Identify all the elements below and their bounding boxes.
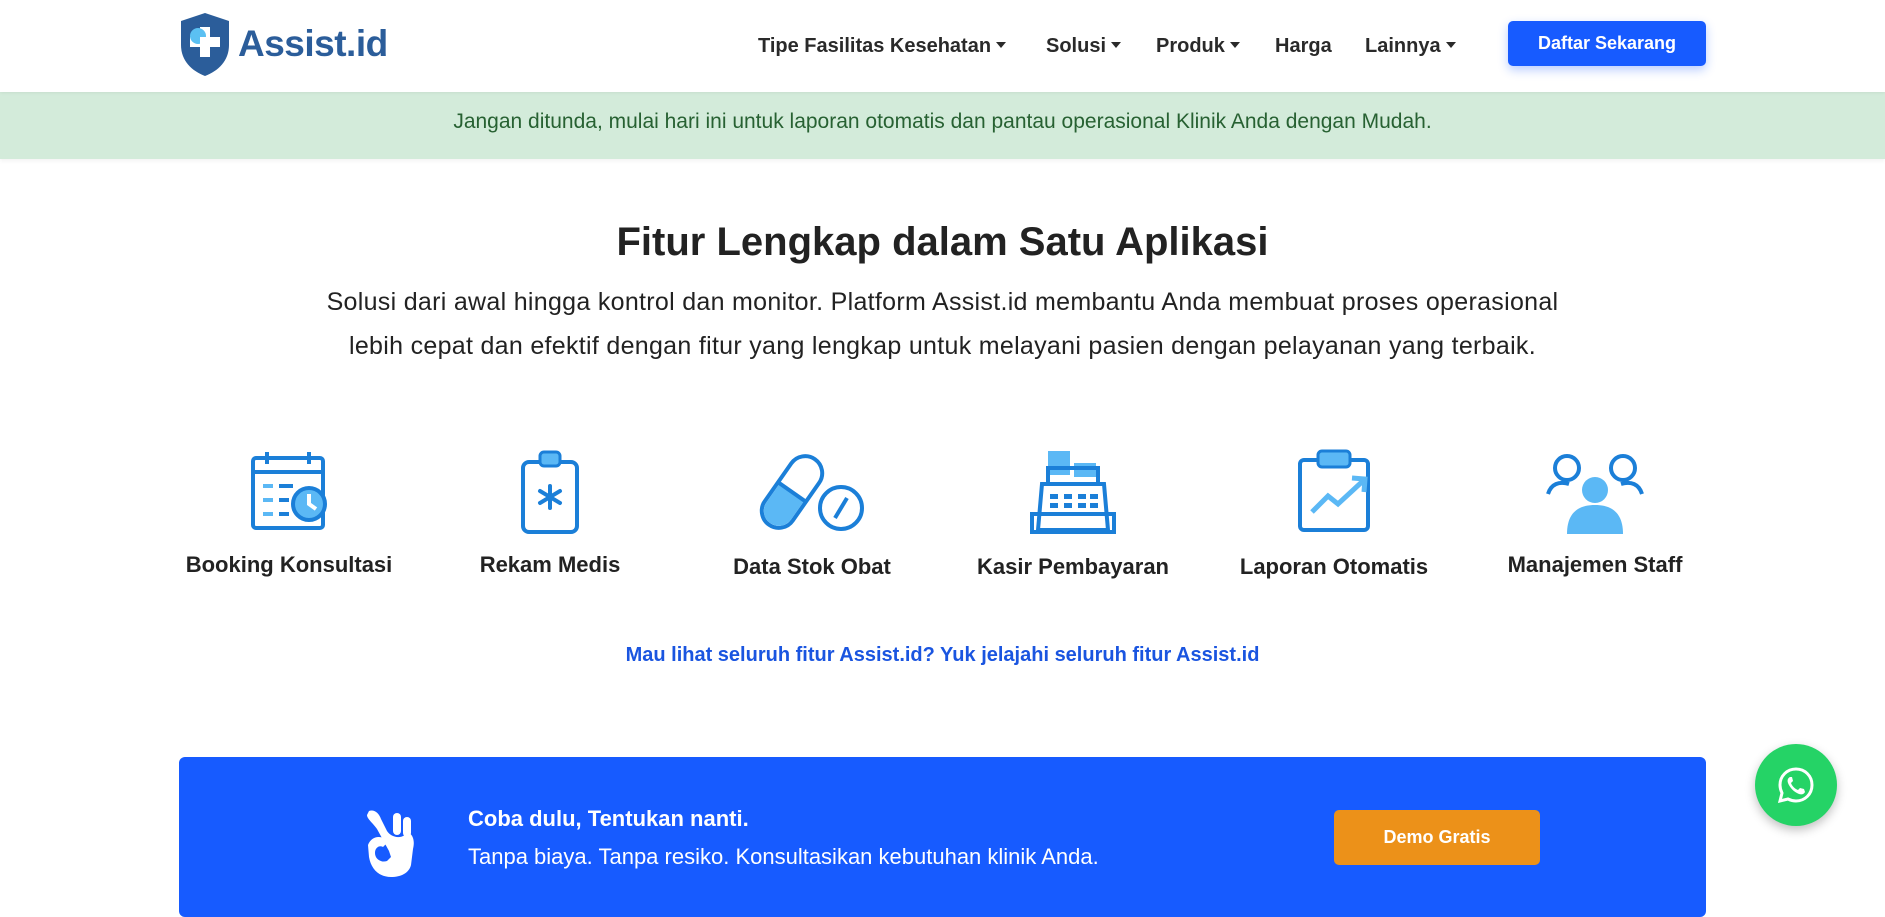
feature-manajemen-staff[interactable]: Manajemen Staff [1464,448,1726,588]
nav-item-lainnya[interactable]: Lainnya [1365,31,1456,61]
chevron-down-icon [996,41,1007,48]
feature-label: Laporan Otomatis [1239,554,1429,579]
feature-booking-konsultasi[interactable]: Booking Konsultasi [158,448,420,588]
brand-logo[interactable]: Assist.id [178,11,388,77]
chevron-down-icon [1111,41,1122,48]
chevron-down-icon [1445,41,1456,48]
brand-name: Assist.id [238,23,388,64]
whatsapp-icon [1777,767,1814,804]
feature-label: Rekam Medis [479,552,621,577]
calendar-clock-icon [251,452,327,530]
report-chart-icon [1298,449,1370,532]
feature-data-stok-obat[interactable]: Data Stok Obat [681,448,943,588]
feature-laporan-otomatis[interactable]: Laporan Otomatis [1203,448,1465,588]
chevron-down-icon [1229,41,1240,48]
promo-banner: Jangan ditunda, mulai hari ini untuk lap… [0,92,1885,159]
register-button[interactable]: Daftar Sekarang [1508,21,1706,66]
cash-register-icon [1030,451,1116,534]
demo-button[interactable]: Demo Gratis [1334,810,1540,865]
nav-item-label: Solusi [1046,35,1107,57]
nav-item-harga[interactable]: Harga [1275,31,1332,61]
banner-text: Jangan ditunda, mulai hari ini untuk lap… [453,110,1432,133]
feature-label: Kasir Pembayaran [977,554,1169,579]
shield-cross-icon [181,13,229,76]
nav-item-produk[interactable]: Produk [1156,31,1240,61]
cta-title: Coba dulu, Tentukan nanti. [468,806,749,831]
nav-item-label: Produk [1156,35,1225,57]
medical-clipboard-icon [521,450,579,534]
nav-item-label: Lainnya [1365,35,1441,57]
feature-label: Manajemen Staff [1507,552,1683,577]
ok-hand-icon [367,810,414,877]
site-header: Assist.id Tipe Fasilitas Kesehatan Solus… [0,0,1885,92]
nav-item-tipe-fasilitas[interactable]: Tipe Fasilitas Kesehatan [758,31,1007,61]
feature-kasir-pembayaran[interactable]: Kasir Pembayaran [942,448,1204,588]
pill-capsule-icon [759,454,864,531]
nav-item-label: Tipe Fasilitas Kesehatan [758,35,992,57]
trial-cta-section: Coba dulu, Tentukan nanti. Tanpa biaya. … [179,757,1706,917]
features-title: Fitur Lengkap dalam Satu Aplikasi [616,220,1269,264]
whatsapp-chat-button[interactable] [1755,744,1837,826]
nav-item-label: Harga [1275,35,1332,57]
features-description: Solusi dari awal hingga kontrol dan moni… [326,288,1559,360]
feature-label: Data Stok Obat [733,554,891,579]
staff-group-icon [1546,454,1644,534]
all-features-link[interactable]: Mau lihat seluruh fitur Assist.id? Yuk j… [0,644,1885,667]
feature-label: Booking Konsultasi [185,552,393,577]
cta-subtitle: Tanpa biaya. Tanpa resiko. Konsultasikan… [468,844,1099,869]
feature-rekam-medis[interactable]: Rekam Medis [419,448,681,588]
nav-item-solusi[interactable]: Solusi [1046,31,1122,61]
